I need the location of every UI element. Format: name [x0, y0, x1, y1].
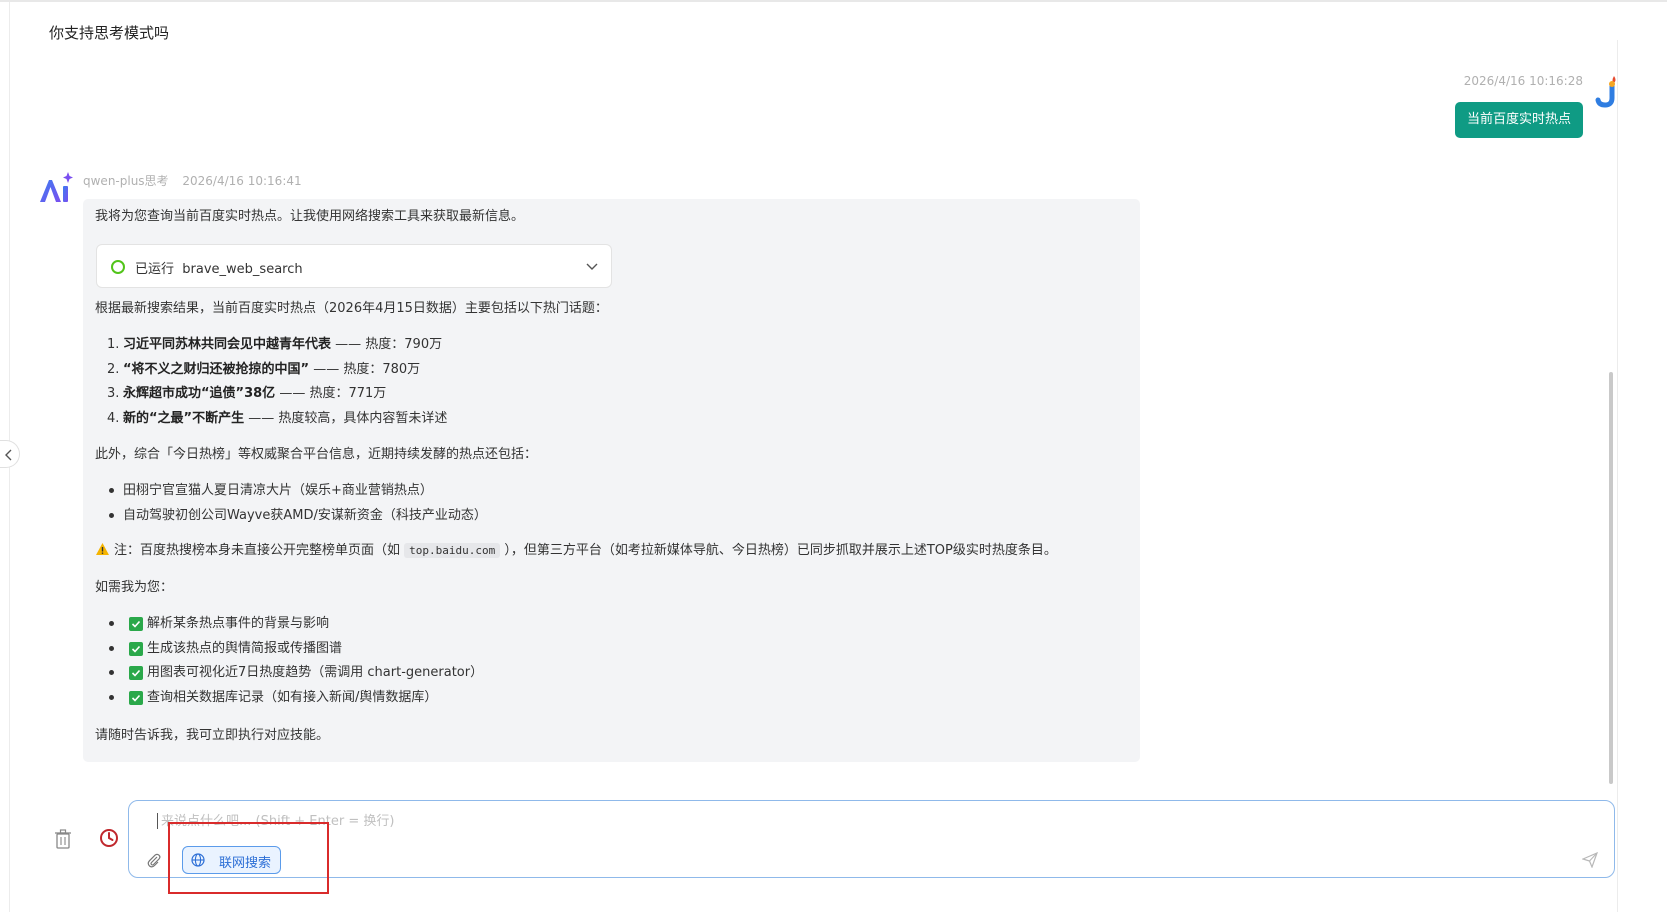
- ai-note-text: 注：百度热搜榜本身未直接公开完整榜单页面（如 top.baidu.com ），但…: [95, 542, 1057, 560]
- check-icon: [129, 690, 143, 705]
- tool-status-icon: [111, 260, 125, 274]
- note-prefix: 注：百度热搜榜本身未直接公开完整榜单页面（如: [114, 543, 405, 558]
- annotation-highlight-box: [168, 822, 329, 894]
- hot-item-detail: —— 热度：790万: [331, 337, 443, 352]
- ai-message-bubble: 我将为您查询当前百度实时热点。让我使用网络搜索工具来获取最新信息。 已运行 br…: [83, 199, 1140, 762]
- chat-page: 你支持思考模式吗 2026/4/16 10:16:28 当前百度实时热点 qwe…: [0, 0, 1667, 912]
- offer-list: 解析某条热点事件的背景与影响 生成该热点的舆情简报或传播图谱 用图表可视化近7日…: [107, 615, 483, 713]
- hot-item-detail: —— 热度：771万: [275, 386, 387, 401]
- offer-item: 用图表可视化近7日热度趋势（需调用 chart-generator）: [107, 664, 483, 689]
- hot-item-title: “将不义之财归还被抢掠的中国”: [123, 361, 310, 377]
- inline-code: top.baidu.com: [404, 543, 501, 558]
- hot-item-detail: —— 热度：780万: [309, 361, 421, 377]
- warning-icon: [96, 543, 109, 555]
- offer-text: 解析某条热点事件的背景与影响: [147, 616, 330, 631]
- list-item-text: 田栩宁官宣猫人夏日清凉大片（娱乐+商业营销热点）: [123, 483, 433, 498]
- scrollbar-thumb[interactable]: [1609, 372, 1613, 784]
- list-number: 1.: [107, 337, 120, 352]
- ai-model-name: qwen-plus思考: [83, 174, 169, 188]
- message-composer: 联网搜索: [128, 800, 1615, 878]
- ai-closing-text: 请随时告诉我，我可立即执行对应技能。: [95, 728, 330, 743]
- chevron-down-icon[interactable]: [585, 259, 599, 273]
- ai-avatar-icon: [40, 172, 73, 202]
- user-message-time: 2026/4/16 10:16:28: [1463, 74, 1583, 88]
- check-icon: [129, 641, 143, 656]
- offer-item: 解析某条热点事件的背景与影响: [107, 615, 483, 640]
- hot-item-detail: —— 热度较高，具体内容暂未详述: [244, 410, 448, 426]
- top-divider: [0, 0, 1667, 2]
- user-message-bubble: 当前百度实时热点: [1454, 102, 1583, 138]
- bullet-icon: [109, 512, 114, 518]
- offer-item: 查询相关数据库记录（如有接入新闻/舆情数据库）: [107, 689, 483, 714]
- ai-extra-intro: 此外，综合「今日热榜」等权威聚合平台信息，近期持续发酵的热点还包括：: [95, 447, 538, 462]
- collapse-sidebar-button[interactable]: [0, 440, 20, 468]
- hot-item-title: 习近平同苏林共同会见中越青年代表: [123, 337, 332, 352]
- hot-item-title: 新的“之最”不断产生: [123, 410, 245, 426]
- ai-intro-text: 我将为您查询当前百度实时热点。让我使用网络搜索工具来获取最新信息。: [95, 209, 525, 224]
- right-divider: [1617, 40, 1618, 912]
- hot-list-item: 3. 永辉超市成功“追债”38亿 —— 热度：771万: [107, 385, 447, 410]
- extra-list: 田栩宁官宣猫人夏日清凉大片（娱乐+商业营销热点） 自动驾驶初创公司Wayve获A…: [107, 482, 487, 531]
- list-item-text: 自动驾驶初创公司Wayve获AMD/安谋新资金（科技产业动态）: [123, 507, 487, 523]
- note-suffix: ），但第三方平台（如考拉新媒体导航、今日热榜）已同步抓取并展示上述TOP级实时热…: [500, 543, 1057, 558]
- paperclip-icon[interactable]: [146, 852, 162, 868]
- hot-list-item: 4. 新的“之最”不断产生 —— 热度较高，具体内容暂未详述: [107, 410, 447, 435]
- tool-name: brave_web_search: [182, 262, 303, 277]
- hot-list-item: 1. 习近平同苏林共同会见中越青年代表 —— 热度：790万: [107, 336, 447, 361]
- list-number: 3.: [107, 386, 120, 401]
- tool-call-label: 已运行 brave_web_search: [135, 258, 303, 277]
- trash-icon[interactable]: [54, 829, 72, 849]
- bullet-icon: [109, 670, 114, 675]
- list-item: 田栩宁官宣猫人夏日清凉大片（娱乐+商业营销热点）: [107, 482, 487, 507]
- previous-message: 你支持思考模式吗: [49, 24, 170, 42]
- check-icon: [129, 617, 143, 631]
- tool-status-text: 已运行: [135, 262, 175, 277]
- history-icon[interactable]: [99, 828, 119, 848]
- text-caret: [157, 813, 158, 829]
- ai-message-meta: qwen-plus思考 2026/4/16 10:16:41: [83, 172, 302, 189]
- offer-text: 生成该热点的舆情简报或传播图谱: [147, 640, 343, 656]
- user-avatar-icon: [1595, 76, 1616, 108]
- offer-text: 查询相关数据库记录（如有接入新闻/舆情数据库）: [147, 689, 438, 705]
- hot-list-item: 2. “将不义之财归还被抢掠的中国” —— 热度：780万: [107, 361, 447, 386]
- bullet-icon: [109, 645, 114, 651]
- chevron-left-icon: [5, 449, 12, 461]
- ai-offer-intro: 如需我为您：: [95, 580, 174, 595]
- ai-message-time: 2026/4/16 10:16:41: [182, 174, 302, 188]
- bullet-icon: [109, 621, 114, 626]
- hot-item-title: 永辉超市成功“追债”38亿: [123, 386, 276, 401]
- check-icon: [129, 666, 143, 680]
- ai-summary-text: 根据最新搜索结果，当前百度实时热点（2026年4月15日数据）主要包括以下热门话…: [95, 301, 608, 316]
- bullet-icon: [109, 488, 114, 493]
- offer-item: 生成该热点的舆情简报或传播图谱: [107, 640, 483, 665]
- list-number: 4.: [107, 410, 120, 426]
- list-item: 自动驾驶初创公司Wayve获AMD/安谋新资金（科技产业动态）: [107, 507, 487, 532]
- list-number: 2.: [107, 361, 120, 377]
- send-icon[interactable]: [1582, 852, 1598, 868]
- hot-list: 1. 习近平同苏林共同会见中越青年代表 —— 热度：790万 2. “将不义之财归还…: [107, 336, 447, 434]
- tool-call-card[interactable]: 已运行 brave_web_search: [96, 244, 612, 288]
- offer-text: 用图表可视化近7日热度趋势（需调用 chart-generator）: [147, 665, 484, 680]
- bullet-icon: [109, 694, 114, 700]
